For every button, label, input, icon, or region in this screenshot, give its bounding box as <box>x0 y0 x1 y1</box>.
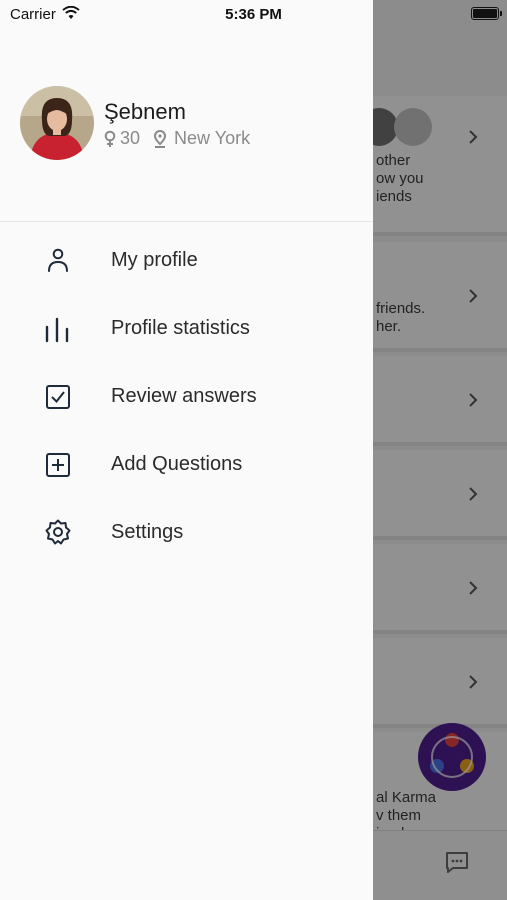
avatar <box>20 86 94 160</box>
checkbox-icon <box>43 381 73 411</box>
profile-header[interactable]: Şebnem 30 New York <box>0 0 373 222</box>
clock: 5:36 PM <box>225 6 282 23</box>
female-icon <box>104 130 116 148</box>
plus-square-icon <box>43 449 73 479</box>
menu-item-label: Review answers <box>111 385 257 407</box>
menu-item-review-answers[interactable]: Review answers <box>0 363 373 423</box>
menu-item-label: Add Questions <box>111 453 243 475</box>
bar-chart-icon <box>43 313 73 343</box>
location-pin-icon <box>154 129 167 148</box>
menu-item-my-profile[interactable]: My profile <box>0 227 373 287</box>
status-bar: Carrier 5:36 PM <box>0 0 507 28</box>
person-icon <box>43 245 73 275</box>
side-drawer: Şebnem 30 New York My profile Profile st… <box>0 0 373 900</box>
menu-item-label: Profile statistics <box>111 317 250 339</box>
menu-item-label: Settings <box>111 521 184 543</box>
profile-city: New York <box>174 128 251 148</box>
battery-icon <box>471 7 502 20</box>
menu-item-label: My profile <box>111 249 198 271</box>
profile-name: Şebnem <box>104 99 186 124</box>
profile-meta: 30 New York <box>104 128 250 149</box>
menu-item-add-questions[interactable]: Add Questions <box>0 431 373 491</box>
menu-item-settings[interactable]: Settings <box>0 499 373 559</box>
menu-item-profile-statistics[interactable]: Profile statistics <box>0 295 373 355</box>
gear-icon <box>43 517 73 547</box>
profile-age: 30 <box>120 128 141 148</box>
